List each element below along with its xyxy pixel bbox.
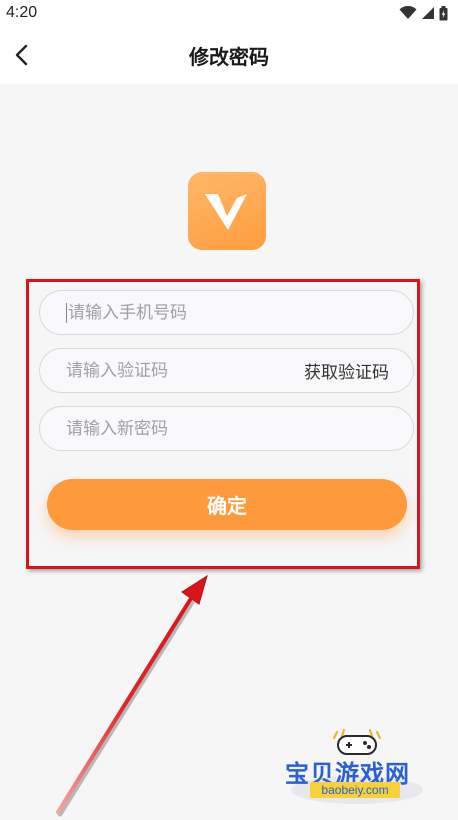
battery-icon [439, 5, 448, 20]
watermark: 宝贝游戏网 baobeiy.com [282, 728, 432, 808]
highlight-box [26, 279, 420, 569]
header-bar: 修改密码 [0, 26, 458, 84]
wifi-icon [399, 6, 417, 19]
status-icons [399, 5, 448, 21]
app-logo [188, 172, 266, 250]
status-time: 4:20 [6, 4, 38, 21]
back-arrow-icon [15, 44, 28, 66]
back-button[interactable] [4, 38, 38, 72]
page-title: 修改密码 [189, 44, 269, 69]
signal-icon [422, 7, 434, 19]
status-bar: 4:20 [0, 0, 458, 26]
app-logo-icon [205, 194, 247, 230]
watermark-url: baobeiy.com [310, 782, 400, 798]
